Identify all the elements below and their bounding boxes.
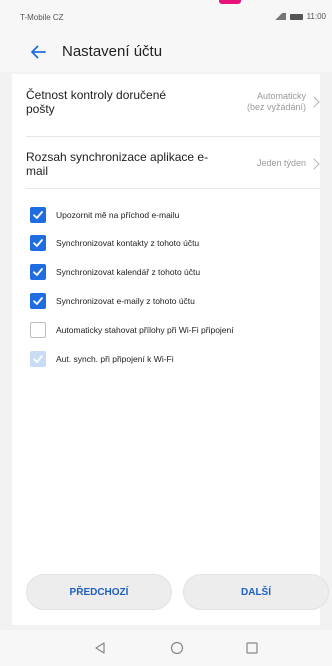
checkbox-auto-sync-wifi: Aut. synch. při připojení k Wi-Fi	[30, 350, 320, 368]
notification-mark	[219, 0, 241, 4]
battery-icon	[289, 13, 303, 20]
nav-back-button[interactable]	[92, 640, 108, 656]
nav-recents-button[interactable]	[244, 640, 260, 656]
page-title: Nastavení účtu	[62, 43, 163, 60]
checkbox-label: Synchronizovat kalendář z tohoto účtu	[56, 267, 201, 277]
back-button[interactable]	[26, 40, 50, 64]
pref-title: Četnost kontroly doručené pošty	[26, 88, 167, 116]
checkbox-unchecked-icon[interactable]	[30, 322, 46, 338]
checkbox-label: Aut. synch. při připojení k Wi-Fi	[56, 354, 174, 364]
pref-sync-range[interactable]: Rozsah synchronizace aplikace e- mail Je…	[12, 148, 320, 184]
checkbox-disabled-checked-icon	[30, 351, 46, 367]
chevron-right-icon	[308, 158, 320, 170]
nav-home-button[interactable]	[169, 640, 185, 656]
checkbox-sync-calendar[interactable]: Synchronizovat kalendář z tohoto účtu	[30, 263, 320, 281]
divider	[26, 136, 320, 137]
pref-value: Automaticky (bez vyžádání)	[246, 91, 306, 112]
checkbox-sync-contacts[interactable]: Synchronizovat kontakty z tohoto účtu	[30, 234, 320, 252]
previous-button[interactable]: PŘEDCHOZÍ	[26, 574, 172, 610]
clock: 11:00	[306, 12, 326, 21]
pref-title: Rozsah synchronizace aplikace e- mail	[26, 150, 209, 178]
checkbox-label: Synchronizovat e-maily z tohoto účtu	[56, 296, 195, 306]
chevron-right-icon	[308, 96, 320, 108]
checkbox-checked-icon[interactable]	[30, 293, 46, 309]
circle-home-icon	[170, 641, 184, 655]
status-icons: 11:00	[271, 12, 326, 21]
signal-icon	[271, 13, 286, 20]
checkbox-checked-icon[interactable]	[30, 235, 46, 251]
checkbox-checked-icon[interactable]	[30, 207, 46, 223]
checkbox-label: Upozornit mě na příchod e-mailu	[56, 210, 180, 220]
carrier-name: T-Mobile CZ	[20, 13, 64, 22]
settings-card: Četnost kontroly doručené pošty Automati…	[12, 74, 320, 625]
checkbox-label: Synchronizovat kontakty z tohoto účtu	[56, 238, 200, 248]
checkbox-auto-download-attachments[interactable]: Automaticky stahovat přílohy při Wi-Fi p…	[30, 321, 320, 339]
status-bar: T-Mobile CZ 11:00	[0, 0, 332, 32]
pref-value: Jeden týden	[256, 158, 306, 168]
checkbox-sync-emails[interactable]: Synchronizovat e-maily z tohoto účtu	[30, 292, 320, 310]
checkbox-notify-new-mail[interactable]: Upozornit mě na příchod e-mailu	[30, 206, 320, 224]
arrow-left-icon	[31, 45, 46, 59]
navigation-bar	[0, 630, 332, 666]
checkbox-label: Automaticky stahovat přílohy při Wi-Fi p…	[56, 325, 234, 335]
app-bar: Nastavení účtu	[0, 32, 332, 72]
next-button[interactable]: DALŠÍ	[183, 574, 329, 610]
pref-check-frequency[interactable]: Četnost kontroly doručené pošty Automati…	[12, 86, 320, 126]
square-recents-icon	[246, 642, 258, 654]
triangle-back-icon	[95, 642, 105, 654]
checkbox-checked-icon[interactable]	[30, 264, 46, 280]
divider	[26, 188, 320, 189]
